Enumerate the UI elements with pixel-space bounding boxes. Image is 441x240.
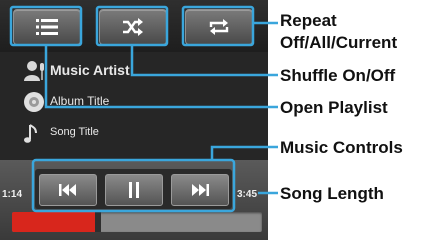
- callout-length: Song Length: [280, 184, 384, 203]
- callout-playlist: Open Playlist: [280, 98, 388, 117]
- callout-controls: Music Controls: [280, 138, 403, 157]
- callout-repeat-line2: Off/All/Current: [280, 33, 398, 52]
- callout-repeat-line1: Repeat: [280, 11, 337, 30]
- callout-shuffle: Shuffle On/Off: [280, 66, 396, 85]
